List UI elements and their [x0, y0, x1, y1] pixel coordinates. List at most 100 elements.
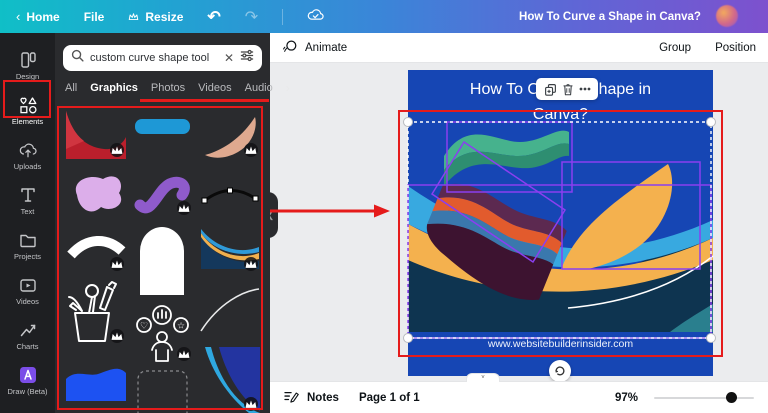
graphic-peach-swoosh[interactable]	[199, 111, 260, 159]
graphic-white-arch[interactable]	[132, 223, 193, 295]
redo-button[interactable]: ↷	[245, 7, 258, 27]
pro-crown-icon	[177, 201, 191, 215]
animate-button[interactable]: Animate	[282, 39, 347, 57]
canvas-area: Animate Group Position How To Curve a Sh…	[270, 33, 768, 413]
sidebar-label: Projects	[13, 251, 42, 261]
duplicate-button[interactable]	[544, 83, 557, 96]
sidebar-item-projects[interactable]: Projects	[0, 223, 55, 268]
page-indicator[interactable]: Page 1 of 1	[359, 392, 420, 404]
cloud-saved-icon	[307, 8, 324, 26]
tabs-more-chevron-icon[interactable]: ›	[286, 81, 290, 95]
sidebar-item-elements[interactable]: Elements	[0, 88, 55, 133]
page-footer-url[interactable]: www.websitebuilderinsider.com	[408, 338, 713, 350]
graphic-red-wave[interactable]	[65, 111, 126, 159]
rotate-handle[interactable]	[549, 360, 571, 381]
graphic-thin-curve[interactable]	[199, 279, 260, 341]
resize-button[interactable]: Resize	[128, 10, 183, 24]
pro-crown-icon	[244, 397, 258, 411]
position-button[interactable]: Position	[715, 42, 756, 54]
sidebar-label: Elements	[11, 116, 44, 126]
upload-cloud-icon	[19, 141, 37, 159]
graphics-grid: ♡ ☆	[59, 106, 265, 413]
tab-graphics[interactable]: Graphics	[90, 82, 138, 94]
graphic-tools-pot[interactable]	[65, 279, 126, 345]
zoom-slider[interactable]	[654, 391, 754, 403]
sidebar-item-text[interactable]: Text	[0, 178, 55, 223]
avatar[interactable]	[716, 5, 738, 27]
sidebar-item-uploads[interactable]: Uploads	[0, 133, 55, 178]
result-tabs: All Graphics Photos Videos Audio ›	[65, 81, 290, 95]
animate-label: Animate	[305, 41, 348, 54]
elements-panel: ✕ All Graphics Photos Videos Audio ›	[55, 33, 290, 413]
video-icon	[19, 276, 37, 294]
tab-photos[interactable]: Photos	[151, 82, 185, 94]
sidebar: Design Elements Uploads Text Projects Vi…	[0, 33, 55, 413]
sidebar-label: Draw (Beta)	[7, 386, 48, 396]
elements-icon	[19, 96, 37, 114]
graphic-blue-bar[interactable]	[132, 111, 193, 159]
pro-crown-icon	[110, 257, 124, 271]
folder-icon	[19, 231, 37, 249]
sidebar-item-design[interactable]: Design	[0, 43, 55, 88]
tab-all[interactable]: All	[65, 82, 77, 94]
chart-icon	[19, 321, 37, 339]
filter-icon[interactable]	[240, 49, 254, 67]
more-options-button[interactable]	[579, 87, 591, 91]
sidebar-label: Text	[20, 206, 35, 216]
sidebar-label: Uploads	[13, 161, 42, 171]
graphic-navy-decay-curve[interactable]	[199, 347, 260, 413]
clear-search-icon[interactable]: ✕	[224, 51, 234, 65]
crown-icon	[128, 10, 139, 24]
graphic-person-reactions[interactable]: ♡ ☆	[132, 301, 193, 363]
design-icon	[19, 51, 37, 69]
graphic-bezier-curve[interactable]	[199, 165, 260, 217]
animate-icon	[282, 39, 298, 57]
svg-text:☆: ☆	[177, 321, 185, 331]
search-icon	[71, 49, 84, 67]
graphic-white-arc[interactable]	[65, 223, 126, 273]
pro-crown-icon	[244, 257, 258, 271]
sidebar-item-videos[interactable]: Videos	[0, 268, 55, 313]
workspace[interactable]: How To Curve a Shape in Canva?	[270, 63, 768, 381]
notes-label: Notes	[307, 391, 339, 404]
graphic-blue-wave[interactable]	[65, 351, 126, 403]
search-bar[interactable]: ✕	[63, 45, 262, 71]
file-button[interactable]: File	[84, 10, 105, 24]
search-input[interactable]	[90, 52, 218, 64]
sidebar-label: Design	[15, 71, 40, 81]
sidebar-label: Charts	[16, 341, 39, 351]
delete-button[interactable]	[562, 83, 574, 96]
bottombar-expand-tab[interactable]: ˅	[466, 373, 500, 382]
floating-toolbar	[536, 78, 598, 100]
graphic-purple-squiggle[interactable]	[132, 165, 193, 217]
zoom-slider-handle[interactable]	[726, 391, 737, 403]
top-bar: ‹ Home File Resize ↶ ↷ How To Curve a Sh…	[0, 0, 768, 33]
sidebar-item-charts[interactable]: Charts	[0, 313, 55, 358]
group-button[interactable]: Group	[659, 42, 691, 54]
file-label: File	[83, 9, 105, 24]
sidebar-item-draw[interactable]: Draw (Beta)	[0, 358, 55, 403]
context-toolbar: Animate Group Position	[270, 33, 768, 63]
notes-button[interactable]: Notes	[284, 390, 339, 406]
pro-crown-icon	[244, 143, 258, 157]
sidebar-label: Videos	[16, 296, 39, 306]
design-page[interactable]: How To Curve a Shape in Canva?	[403, 70, 716, 376]
draw-icon	[19, 366, 37, 384]
notes-icon	[284, 390, 299, 406]
graphic-wave-chart[interactable]	[199, 223, 260, 273]
chevron-left-icon: ‹	[16, 9, 21, 24]
graphic-pink-blob[interactable]	[65, 165, 126, 217]
resize-label: Resize	[145, 9, 184, 24]
toolbar-divider	[282, 8, 284, 25]
pro-crown-icon	[110, 143, 124, 157]
text-icon	[19, 186, 37, 204]
home-button[interactable]: ‹ Home	[16, 9, 60, 24]
bottom-bar: Notes Page 1 of 1 97%	[270, 381, 768, 413]
undo-button[interactable]: ↶	[207, 7, 220, 27]
tab-audio[interactable]: Audio	[245, 82, 273, 94]
zoom-percent[interactable]: 97%	[615, 392, 638, 404]
graphic-dashed-frame[interactable]	[132, 369, 193, 413]
tab-videos[interactable]: Videos	[198, 82, 231, 94]
panel-collapse-handle[interactable]: ❮	[270, 192, 278, 238]
annotation-arrow	[270, 204, 390, 218]
